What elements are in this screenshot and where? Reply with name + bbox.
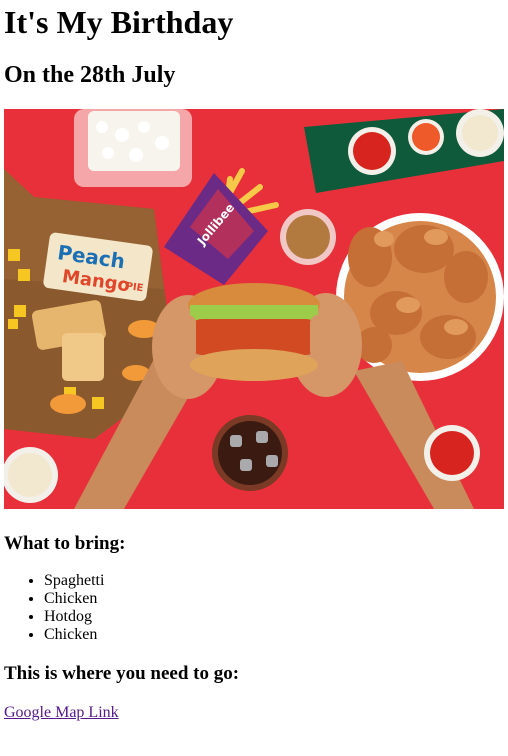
rice-dish: [74, 109, 192, 187]
google-map-link[interactable]: Google Map Link: [4, 704, 119, 722]
list-item: Spaghetti: [44, 572, 104, 590]
list-item: Hotdog: [44, 608, 104, 626]
bring-list: Spaghetti Chicken Hotdog Chicken: [4, 572, 104, 644]
soda-glass: [212, 415, 288, 491]
hero-image: Peach Mango PIE Jollibee: [4, 109, 504, 509]
list-item: Chicken: [44, 626, 104, 644]
date-heading: On the 28th July: [4, 62, 176, 88]
list-item: Chicken: [44, 590, 104, 608]
food-photo: Peach Mango PIE Jollibee: [4, 109, 504, 509]
page-title: It's My Birthday: [4, 4, 234, 40]
bring-heading: What to bring:: [4, 533, 126, 554]
page: It's My Birthday On the 28th July Peach …: [0, 0, 508, 756]
gravy-cup: [280, 209, 336, 265]
location-heading: This is where you need to go:: [4, 663, 240, 684]
